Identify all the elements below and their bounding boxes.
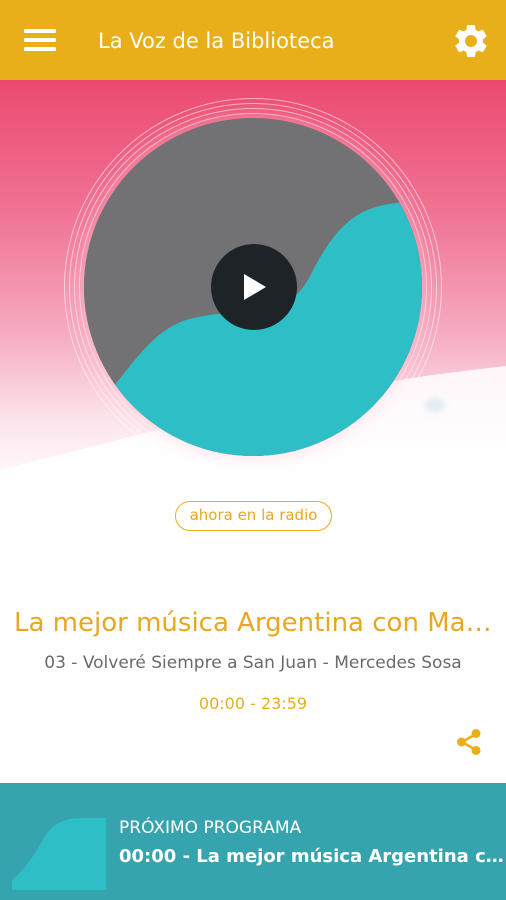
- track-info: 03 - Volveré Siempre a San Juan - Merced…: [44, 653, 462, 673]
- next-program-artwork: [12, 818, 106, 890]
- next-program-title: 00:00 - La mejor música Argentina con...: [119, 846, 504, 867]
- hamburger-menu-icon[interactable]: [24, 27, 56, 53]
- app-title: La Voz de la Biblioteca: [98, 29, 335, 53]
- sparkle-decoration: [425, 398, 445, 412]
- app-bar: La Voz de la Biblioteca: [0, 0, 506, 80]
- program-schedule: 00:00 - 23:59: [198, 694, 308, 713]
- gear-icon[interactable]: [451, 21, 491, 61]
- share-icon[interactable]: [454, 727, 484, 757]
- play-button[interactable]: [211, 244, 297, 330]
- program-title: La mejor música Argentina con Mar...: [14, 608, 494, 638]
- play-icon: [244, 274, 266, 300]
- next-program-bar[interactable]: PRÓXIMO PROGRAMA 00:00 - La mejor música…: [0, 783, 506, 900]
- on-air-badge: ahora en la radio: [175, 501, 332, 531]
- next-program-label: PRÓXIMO PROGRAMA: [119, 818, 302, 838]
